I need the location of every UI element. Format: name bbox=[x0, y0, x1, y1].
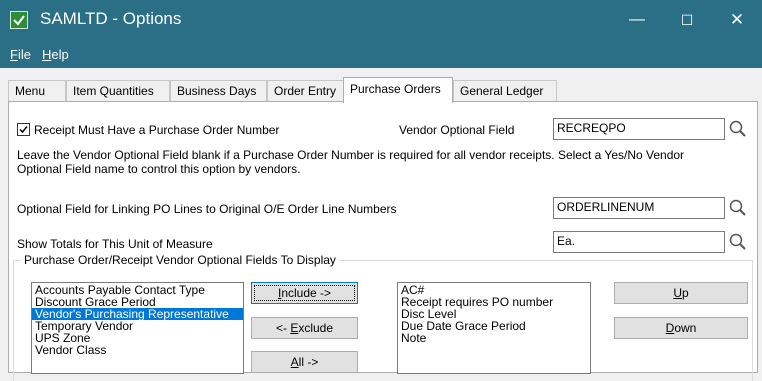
focus-rect bbox=[254, 285, 355, 301]
exclude-prefix: <- bbox=[275, 321, 291, 335]
receipt-po-label: Receipt Must Have a Purchase Order Numbe… bbox=[34, 123, 280, 137]
title-bar: SAMLTD - Options — ☐ ✕ bbox=[0, 0, 762, 40]
purchase-orders-panel: Receipt Must Have a Purchase Order Numbe… bbox=[8, 101, 758, 381]
list-item[interactable]: Vendor Class bbox=[32, 344, 243, 356]
minimize-button[interactable]: — bbox=[614, 0, 660, 40]
display-fields-list[interactable]: AC# Receipt requires PO number Disc Leve… bbox=[397, 282, 591, 374]
vendor-optional-field-input[interactable]: RECREQPO bbox=[553, 118, 725, 140]
menu-file-label: ile bbox=[17, 47, 31, 62]
available-fields-list[interactable]: Accounts Payable Contact Type Discount G… bbox=[31, 282, 244, 374]
menu-help-label: elp bbox=[51, 47, 69, 62]
all-access-key: A bbox=[290, 355, 299, 369]
tab-order-entry[interactable]: Order Entry bbox=[267, 80, 345, 101]
tab-purchase-orders[interactable]: Purchase Orders bbox=[343, 77, 453, 103]
magnifier-icon[interactable] bbox=[728, 232, 748, 252]
include-button[interactable]: Include -> bbox=[251, 282, 358, 304]
uom-input[interactable]: Ea. bbox=[553, 231, 725, 253]
list-item[interactable]: Note bbox=[398, 332, 590, 344]
up-access-key: U bbox=[673, 286, 682, 300]
close-button[interactable]: ✕ bbox=[714, 0, 760, 40]
all-label: ll -> bbox=[298, 355, 319, 369]
up-label: p bbox=[681, 286, 689, 300]
linking-field-input[interactable]: ORDERLINENUM bbox=[553, 197, 725, 219]
tab-menu[interactable]: Menu bbox=[8, 80, 66, 101]
app-check-icon bbox=[10, 11, 28, 29]
menu-help[interactable]: Help bbox=[42, 47, 69, 62]
exclude-label: xclude bbox=[298, 321, 334, 335]
exclude-button[interactable]: <- Exclude bbox=[251, 317, 358, 339]
tab-general-ledger[interactable]: General Ledger bbox=[453, 80, 557, 101]
optional-fields-group-title: Purchase Order/Receipt Vendor Optional F… bbox=[21, 253, 339, 267]
tab-item-quantities[interactable]: Item Quantities bbox=[66, 80, 170, 101]
down-label: own bbox=[674, 321, 697, 335]
linking-field-label: Optional Field for Linking PO Lines to O… bbox=[17, 202, 397, 216]
vendor-optional-field-label: Vendor Optional Field bbox=[399, 123, 515, 137]
menu-help-access-key: H bbox=[42, 47, 52, 62]
tab-business-days[interactable]: Business Days bbox=[170, 80, 267, 101]
magnifier-icon[interactable] bbox=[728, 119, 748, 139]
menu-bar: File Help bbox=[0, 40, 762, 68]
window-title: SAMLTD - Options bbox=[40, 9, 182, 28]
uom-label: Show Totals for This Unit of Measure bbox=[17, 237, 213, 251]
menu-file-access-key: F bbox=[10, 47, 18, 62]
receipt-po-checkbox[interactable] bbox=[17, 123, 30, 136]
up-button[interactable]: Up bbox=[614, 282, 748, 304]
list-item[interactable]: Due Date Grace Period bbox=[398, 320, 590, 332]
magnifier-icon[interactable] bbox=[728, 198, 748, 218]
tab-strip: Menu Item Quantities Business Days Order… bbox=[8, 77, 758, 103]
help-text-line1: Leave the Vendor Optional Field blank if… bbox=[17, 148, 685, 162]
down-button[interactable]: Down bbox=[614, 317, 748, 339]
maximize-button[interactable]: ☐ bbox=[664, 0, 710, 40]
help-text-line2: Optional Field name to control this opti… bbox=[17, 162, 301, 176]
menu-file[interactable]: File bbox=[10, 47, 31, 62]
